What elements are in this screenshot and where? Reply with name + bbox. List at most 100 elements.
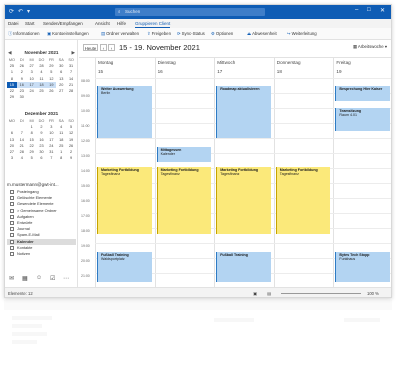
layout-icon[interactable]: ▤	[267, 291, 271, 296]
folder-label: Entwürfe	[17, 219, 33, 225]
ribbon-weiterleitung[interactable]: ↪Weiterleitung	[287, 31, 317, 37]
ribbon-informationen[interactable]: ⓘInformationen	[8, 31, 40, 37]
mail-icon[interactable]: ✉	[9, 275, 14, 282]
calendar-event[interactable]: Teamsitzung Raum 4.01	[335, 108, 390, 131]
ribbon-ordner[interactable]: ▤Ordner verwalten	[101, 31, 139, 37]
day-cell[interactable]: 6	[37, 155, 47, 161]
menu-bar: Datei Start Senden/Empfangen Ansicht Hil…	[5, 19, 391, 28]
folder-icon	[10, 233, 14, 238]
calendar-event[interactable]: Bytes Tech Stopp Funkhaus	[335, 252, 390, 282]
undo-icon[interactable]: ↶	[18, 8, 23, 15]
maximize-icon[interactable]: □	[367, 7, 371, 13]
day-name: Freitag	[336, 60, 351, 65]
prev-month-icon[interactable]: ◀	[8, 49, 12, 57]
month-title: Dezember 2021	[24, 111, 59, 116]
time-label: 21:00	[81, 274, 90, 278]
calendar-event[interactable]: Mittagessen Kalender	[156, 147, 212, 162]
title-bar: ⟳ ↶ ▾ ⌕ Suchen – □ ✕	[5, 5, 391, 19]
time-label: 18:00	[81, 229, 90, 233]
day-cell[interactable]: 29	[7, 94, 17, 100]
day-cell[interactable]: 26	[46, 88, 56, 94]
calendar-event[interactable]: Marketing Fortbildung Tagesfinanz	[275, 166, 331, 234]
folder-list: Posteingang Gelöschte Elemente Gesendete E…	[7, 189, 76, 257]
ribbon-kontoeinstellungen[interactable]: ▣Kontoeinstellungen	[47, 31, 89, 37]
next-week-button[interactable]: ›	[108, 44, 115, 51]
zoom-level: 100 %	[367, 291, 379, 296]
menu-hilfe[interactable]: Hilfe	[117, 21, 126, 26]
day-cell[interactable]: 8	[56, 155, 66, 161]
minimize-icon[interactable]: –	[355, 7, 358, 13]
dropdown-icon[interactable]: ▾	[27, 8, 30, 15]
month-grid: MO DI MI DO FR SA SO 25 26 27 28 29 30 31 1 2 3 4 5 6 7 8 9 10 1…	[7, 57, 76, 100]
folder-icon	[10, 251, 14, 256]
folder-label: Gelöschte Elemente	[17, 195, 53, 201]
sidebar: ◀ November 2021 ▶ MO DI MI DO FR SA SO 25 26 27 28…	[5, 40, 78, 287]
folder-icon	[10, 208, 14, 213]
day-cell[interactable]: 24	[27, 88, 37, 94]
event-title: Roadmap aktualisieren	[220, 86, 260, 91]
view-selector[interactable]: ▦ Arbeitswoche ▾	[353, 44, 387, 50]
calendar-event[interactable]: Besprechung Hier Kaiser	[335, 85, 390, 101]
people-icon[interactable]: ☺	[36, 275, 42, 281]
info-icon: ⓘ	[8, 31, 13, 36]
reading-icon[interactable]: ▣	[253, 291, 257, 296]
folder-label: Gesendete Elemente	[17, 201, 54, 207]
folder-item[interactable]: Notizen	[7, 251, 76, 257]
day-cell[interactable]: 7	[46, 155, 56, 161]
share-icon: ⇪	[147, 31, 151, 36]
calendar-event[interactable]: Weiter Auswertung Berlin	[97, 85, 152, 138]
time-label: 11:00	[81, 124, 90, 128]
menu-senden[interactable]: Senden/Empfangen	[43, 21, 83, 26]
item-count: Elemente: 12	[8, 291, 33, 296]
event-title: Fußball Training	[220, 253, 248, 257]
today-button[interactable]: Heute	[83, 44, 98, 51]
calendar-event[interactable]: Roadmap aktualisieren	[216, 85, 271, 138]
menu-gruppieren[interactable]: Gruppieren Client	[135, 21, 171, 28]
calendar-event[interactable]: Fußball Training Waldsportplatz	[97, 252, 152, 282]
calendar-event[interactable]: Marketing Fortbildung Tagesfinanz	[97, 166, 152, 234]
date-range: 15 - 19. November 2021	[119, 43, 200, 52]
ribbon-freigeben[interactable]: ⇪Freigeben	[147, 31, 171, 37]
calendar-event[interactable]: Marketing Fortbildung Tagesfinanz	[216, 166, 271, 234]
folder-label: Kontakte	[17, 244, 33, 250]
day-cell[interactable]: 28	[66, 88, 76, 94]
day-number: 19	[336, 69, 342, 74]
zoom-slider[interactable]	[281, 293, 361, 294]
menu-start[interactable]: Start	[25, 21, 35, 26]
folder-icon	[10, 220, 14, 225]
day-name: Donnerstag	[276, 60, 301, 65]
hour-line	[95, 138, 391, 139]
day-cell[interactable]: 25	[37, 88, 47, 94]
hour-line	[95, 243, 391, 244]
ribbon-abwesenheit[interactable]: ⏏Abwesenheit	[247, 31, 277, 37]
more-icon[interactable]: ⋯	[63, 275, 69, 282]
day-cell[interactable]: 5	[27, 155, 37, 161]
event-location: Tagesfinanz	[220, 171, 240, 176]
day-cell[interactable]: 30	[17, 94, 27, 100]
ribbon-optionen[interactable]: ⚙Optionen	[211, 31, 233, 37]
day-cell[interactable]: 4	[17, 155, 27, 161]
day-cell[interactable]: 3	[7, 155, 17, 161]
event-location: Raum 4.01	[339, 113, 357, 118]
folder-label: Notizen	[17, 250, 31, 256]
folder-icon	[10, 196, 14, 201]
menu-ansicht[interactable]: Ansicht	[95, 21, 110, 26]
day-cell[interactable]: 9	[66, 155, 76, 161]
day-cell[interactable]: 27	[56, 88, 66, 94]
calendar-icon[interactable]: ▦	[22, 275, 28, 282]
search-input[interactable]: ⌕ Suchen	[115, 8, 265, 16]
ribbon: ⓘInformationen ▣Kontoeinstellungen ▤Ordn…	[5, 28, 391, 40]
sync-icon[interactable]: ⟳	[9, 8, 14, 15]
tasks-icon[interactable]: ☑	[50, 275, 55, 282]
prev-week-button[interactable]: ‹	[100, 44, 107, 51]
next-month-icon[interactable]: ▶	[71, 49, 75, 57]
folder-label: Kalender	[17, 238, 34, 244]
close-icon[interactable]: ✕	[380, 7, 385, 14]
menu-datei[interactable]: Datei	[8, 21, 19, 26]
ribbon-sync[interactable]: ⟳Sync-Status	[177, 31, 205, 37]
event-title: Besprechung Hier Kaiser	[339, 86, 383, 91]
calendar-event[interactable]: Marketing Fortbildung Tagesfinanz	[156, 166, 212, 234]
options-icon: ⚙	[211, 31, 215, 36]
account-name[interactable]: m.mustermann@gwt-int...	[7, 182, 59, 187]
calendar-event[interactable]: Fußball Training	[216, 252, 271, 282]
